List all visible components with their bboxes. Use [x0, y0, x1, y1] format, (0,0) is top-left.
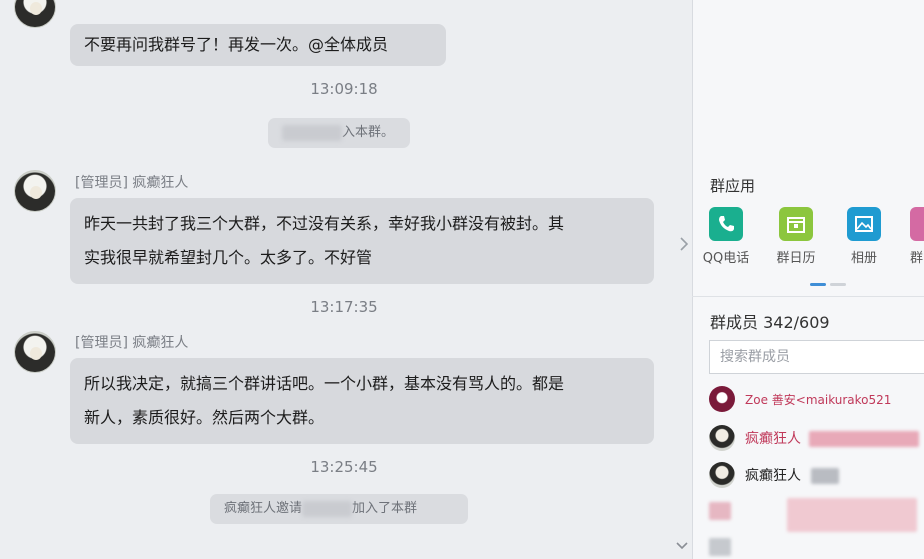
- avatar: [709, 425, 735, 451]
- chevron-right-icon[interactable]: [680, 236, 689, 255]
- sender-name: [管理员] 疯癫狂人: [75, 335, 189, 351]
- avatar[interactable]: [14, 0, 56, 28]
- phone-icon: [709, 207, 743, 241]
- system-notice: 疯癫狂人邀请 加入了本群: [210, 494, 468, 524]
- sender-name: [管理员] 疯癫狂人: [75, 175, 189, 191]
- member-name: 疯癫狂人: [745, 468, 801, 484]
- chat-pane: 不要再问我群号了！再发一次。@全体成员 13:09:18 入本群。 [管理员] …: [0, 0, 692, 559]
- app-more[interactable]: 群: [896, 207, 924, 266]
- redacted-name: [302, 500, 353, 517]
- members-title: 群成员 342/609: [710, 313, 830, 332]
- redacted-name: [809, 431, 919, 447]
- redacted-name: [282, 124, 342, 141]
- timestamp: 13:09:18: [310, 80, 378, 98]
- avatar[interactable]: [14, 170, 56, 212]
- message-bubble: 所以我决定，就搞三个群讲话吧。一个小群，基本没有骂人的。都是 新人，素质很好。然…: [70, 358, 654, 444]
- member-item[interactable]: 疯癫狂人: [709, 423, 924, 453]
- redacted-name: [787, 498, 917, 532]
- member-item[interactable]: [709, 498, 924, 532]
- app-label: 群: [910, 251, 924, 266]
- pager-dot[interactable]: [830, 283, 846, 286]
- chevron-down-icon[interactable]: [676, 540, 690, 554]
- member-item[interactable]: Zoe 善安<maikurako521: [709, 384, 924, 414]
- message-bubble: 昨天一共封了我三个大群，不过没有关系，幸好我小群没有被封。其 实我很早就希望封几…: [70, 198, 654, 284]
- redacted-avatar: [709, 502, 731, 520]
- message-text: 不要再问我群号了！再发一次。@全体成员: [84, 35, 389, 54]
- divider: [692, 296, 924, 297]
- message-text: 新人，素质很好。然后两个大群。: [84, 408, 325, 427]
- app-label: QQ电话: [702, 251, 750, 266]
- member-name: Zoe 善安<maikurako521: [745, 393, 892, 407]
- app-calendar[interactable]: 群日历: [766, 207, 826, 266]
- avatar[interactable]: [14, 331, 56, 373]
- more-app-icon: [910, 207, 924, 241]
- album-icon: [847, 207, 881, 241]
- system-notice-text: 加入了本群: [352, 501, 418, 516]
- app-label: 相册: [850, 251, 877, 266]
- pager-dot-active[interactable]: [810, 283, 826, 286]
- member-item[interactable]: [709, 536, 924, 559]
- member-item[interactable]: 疯癫狂人: [709, 460, 924, 490]
- calendar-icon: [779, 207, 813, 241]
- redacted-avatar: [709, 538, 731, 556]
- apps-title: 群应用: [710, 177, 756, 195]
- avatar: [709, 386, 735, 412]
- redacted-name: [811, 468, 839, 484]
- app-qq-call[interactable]: QQ电话: [696, 207, 756, 266]
- avatar: [709, 462, 735, 488]
- app-album[interactable]: 相册: [834, 207, 894, 266]
- member-name: 疯癫狂人: [745, 431, 801, 447]
- timestamp: 13:25:45: [310, 458, 378, 476]
- system-notice-text: 疯癫狂人邀请: [224, 501, 303, 516]
- message-text: 昨天一共封了我三个大群，不过没有关系，幸好我小群没有被封。其: [84, 214, 565, 233]
- message-bubble: 不要再问我群号了！再发一次。@全体成员: [70, 24, 446, 66]
- system-notice: 入本群。: [268, 118, 410, 148]
- system-notice-text: 入本群。: [342, 125, 395, 140]
- message-text: 实我很早就希望封几个。太多了。不好管: [84, 248, 373, 267]
- member-search-input[interactable]: 搜索群成员: [709, 340, 924, 374]
- message-text: 所以我决定，就搞三个群讲话吧。一个小群，基本没有骂人的。都是: [84, 374, 565, 393]
- app-label: 群日历: [776, 251, 816, 266]
- timestamp: 13:17:35: [310, 298, 378, 316]
